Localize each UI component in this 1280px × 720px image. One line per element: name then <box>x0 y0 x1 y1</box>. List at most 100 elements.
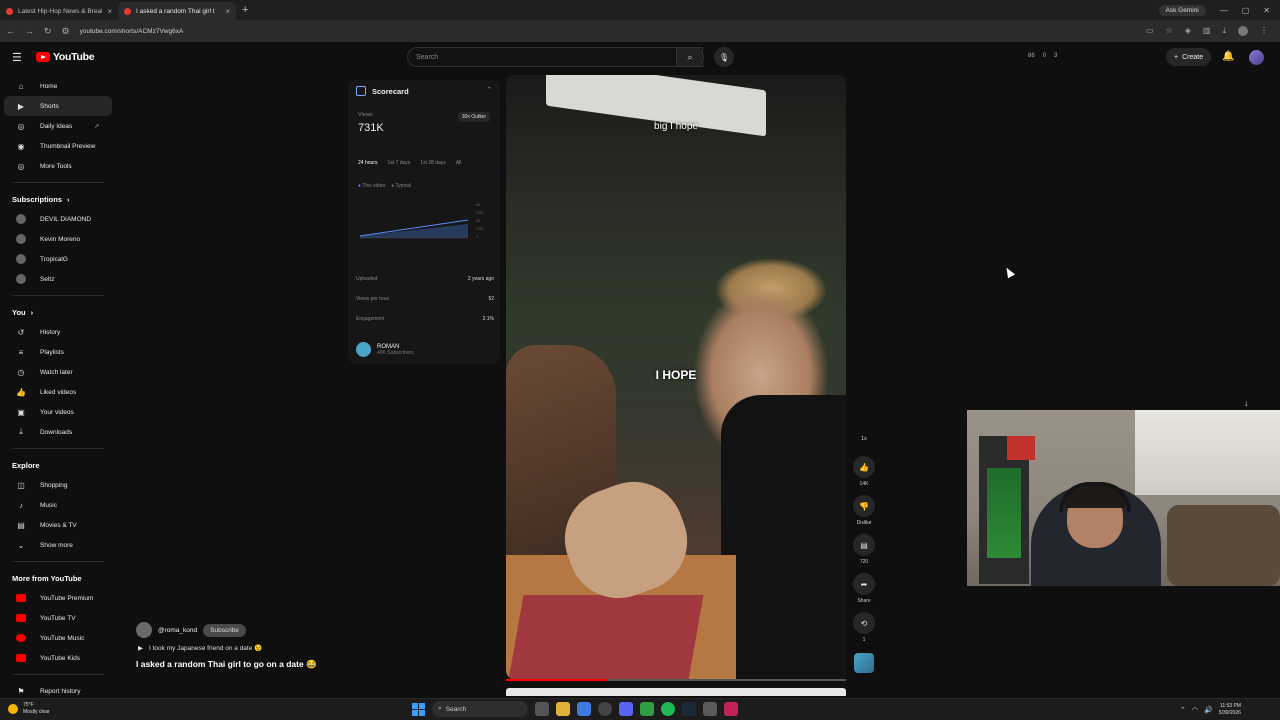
you-heading[interactable]: You › <box>0 302 116 322</box>
clock[interactable]: 11:53 PM 5/30/2026 <box>1219 703 1241 717</box>
sidebar-item-youtube-tv[interactable]: YouTube TV <box>4 608 112 628</box>
search-input[interactable]: Search <box>407 47 703 67</box>
file-explorer-icon[interactable] <box>556 702 570 716</box>
subscription-item[interactable]: Kevin Moreno <box>4 229 112 249</box>
search-button[interactable]: ⌕ <box>676 47 704 67</box>
sidebar-item-thumbnail-preview[interactable]: ◉ Thumbnail Preview <box>4 136 112 156</box>
sidebar-item-watch-later[interactable]: ◷ Watch later <box>4 362 112 382</box>
site-info-icon[interactable]: ⚙ <box>62 26 70 37</box>
youtube-logo[interactable]: YouTube <box>36 51 95 63</box>
edge-icon[interactable] <box>577 702 591 716</box>
sidebar-item-shorts[interactable]: ▶ Shorts <box>4 96 112 116</box>
sidebar-item-shopping[interactable]: ◫ Shopping <box>4 475 112 495</box>
volume-icon[interactable]: 🔊 <box>1204 706 1213 714</box>
steam-icon[interactable] <box>682 702 696 716</box>
menu-dots-icon[interactable]: ⋮ <box>1260 26 1268 36</box>
sidebar-item-home[interactable]: ⌂ Home <box>4 76 112 96</box>
cast-icon[interactable]: ▭ <box>1146 26 1154 36</box>
dislike-button[interactable]: 👎 <box>853 495 875 517</box>
sidebar-item-show-more[interactable]: ⌄ Show more <box>4 535 112 555</box>
tab-all[interactable]: All <box>456 160 462 166</box>
chrome-icon[interactable] <box>598 702 612 716</box>
sidebar-item-music[interactable]: ♪ Music <box>4 495 112 515</box>
sidebar-item-history[interactable]: ↺ History <box>4 322 112 342</box>
browser-tab-active[interactable]: I asked a random Thai girl t × <box>118 2 236 20</box>
create-button[interactable]: + Create <box>1166 48 1212 66</box>
sidebar-item-youtube-kids[interactable]: YouTube Kids <box>4 648 112 668</box>
app-icon[interactable] <box>724 702 738 716</box>
spotify-icon[interactable] <box>661 702 675 716</box>
tray-chevron-icon[interactable]: ⌃ <box>1180 706 1186 714</box>
minimize-icon[interactable]: — <box>1220 6 1228 15</box>
task-view-icon[interactable] <box>535 702 549 716</box>
ask-gemini-button[interactable]: Ask Gemini <box>1158 4 1206 16</box>
notifications-bell-icon[interactable]: 🔔 <box>1222 51 1234 62</box>
video-description[interactable]: ▶ I took my Japanese friend on a date 😉 <box>138 644 262 652</box>
stat-value: 86 <box>1028 53 1035 59</box>
sidebar-item-youtube-premium[interactable]: YouTube Premium <box>4 588 112 608</box>
sidebar-item-downloads[interactable]: ⤓ Downloads <box>4 422 112 442</box>
stat-row-engagement: Engagement 2.1% <box>356 316 494 322</box>
windows-start-icon[interactable] <box>412 702 425 716</box>
stat-label: Uploaded <box>356 276 378 282</box>
taskbar-search[interactable]: ⌕ Search <box>432 701 528 717</box>
like-button[interactable]: 👍 <box>853 456 875 478</box>
close-window-icon[interactable]: ✕ <box>1263 6 1270 15</box>
collapse-icon[interactable]: ⌃ <box>486 86 492 94</box>
forward-icon[interactable]: → <box>25 26 34 36</box>
weather-widget[interactable]: 75°F Mostly clear <box>8 702 50 716</box>
extensions-icon[interactable]: ◈ <box>1185 26 1191 36</box>
maximize-icon[interactable]: ▢ <box>1242 6 1250 15</box>
new-tab-button[interactable]: + <box>242 4 248 16</box>
subscription-item[interactable]: TropicalG <box>4 249 112 269</box>
subscription-item[interactable]: Seltz <box>4 269 112 289</box>
video-title[interactable]: I asked a random Thai girl to go on a da… <box>136 659 317 670</box>
downloads-icon[interactable]: ⤓ <box>1222 26 1226 36</box>
account-avatar[interactable] <box>1249 50 1264 65</box>
url-field[interactable]: youtube.com/shorts/ACMz7Vwg6xA <box>80 28 1136 35</box>
sound-thumbnail[interactable] <box>854 653 874 673</box>
channel-handle[interactable]: @roma_kond <box>158 627 197 634</box>
subscribe-button[interactable]: Subscribe <box>203 623 247 637</box>
video-progress-bar[interactable] <box>506 679 846 681</box>
bookmark-star-icon[interactable]: ☆ <box>1166 26 1173 36</box>
sidepanel-icon[interactable]: ▥ <box>1203 26 1211 36</box>
close-tab-icon[interactable]: × <box>107 7 112 16</box>
channel-avatar <box>16 234 26 244</box>
profile-avatar[interactable] <box>1238 26 1248 36</box>
remix-button[interactable]: ⟲ <box>853 612 875 634</box>
voice-search-button[interactable]: 🎙 <box>714 47 734 67</box>
playback-speed-button[interactable]: 1x <box>852 436 876 456</box>
channel-row: @roma_kond Subscribe <box>136 622 247 638</box>
reload-icon[interactable]: ↻ <box>44 26 52 37</box>
sidebar-item-youtube-music[interactable]: YouTube Music <box>4 628 112 648</box>
subscription-item[interactable]: DEVIL DIAMOND <box>4 209 112 229</box>
sidebar-item-playlists[interactable]: ≡ Playlists <box>4 342 112 362</box>
extension-stats[interactable]: 86 0 3 <box>1028 53 1057 59</box>
sidebar-item-movies-tv[interactable]: ▤ Movies & TV <box>4 515 112 535</box>
stat-value: 0 <box>1042 53 1047 59</box>
sidebar-item-label: YouTube TV <box>40 614 76 622</box>
tab-1st-7-days[interactable]: 1st 7 days <box>387 160 410 166</box>
subscriptions-heading[interactable]: Subscriptions › <box>0 189 116 209</box>
share-button[interactable]: ➦ <box>853 573 875 595</box>
tab-1st-28-days[interactable]: 1st 28 days <box>420 160 446 166</box>
comments-button[interactable]: ▤ <box>853 534 875 556</box>
back-icon[interactable]: ← <box>6 26 15 36</box>
sidebar-item-daily-ideas[interactable]: ◎ Daily Ideas ↗ <box>4 116 112 136</box>
shorts-video-player[interactable]: big I hope I HOPE <box>506 75 846 680</box>
sidebar-item-liked-videos[interactable]: 👍 Liked videos <box>4 382 112 402</box>
channel-avatar[interactable] <box>136 622 152 638</box>
sidebar-item-your-videos[interactable]: ▣ Your videos <box>4 402 112 422</box>
wifi-icon[interactable]: ◠ <box>1192 706 1198 714</box>
browser-tab[interactable]: Latest Hip-Hop News & Breaki × <box>0 2 118 20</box>
close-tab-icon[interactable]: × <box>225 7 230 16</box>
discord-icon[interactable] <box>619 702 633 716</box>
sidebar-item-more-tools[interactable]: ◎ More Tools <box>4 156 112 176</box>
scroll-down-arrow-icon[interactable]: ↓ <box>1244 398 1249 408</box>
hamburger-menu-icon[interactable]: ☰ <box>12 51 22 64</box>
tab-24-hours[interactable]: 24 hours <box>358 160 377 166</box>
excel-icon[interactable] <box>640 702 654 716</box>
scorecard-channel[interactable]: ROMAN 40K Subscribers <box>356 342 414 357</box>
app-icon[interactable] <box>703 702 717 716</box>
